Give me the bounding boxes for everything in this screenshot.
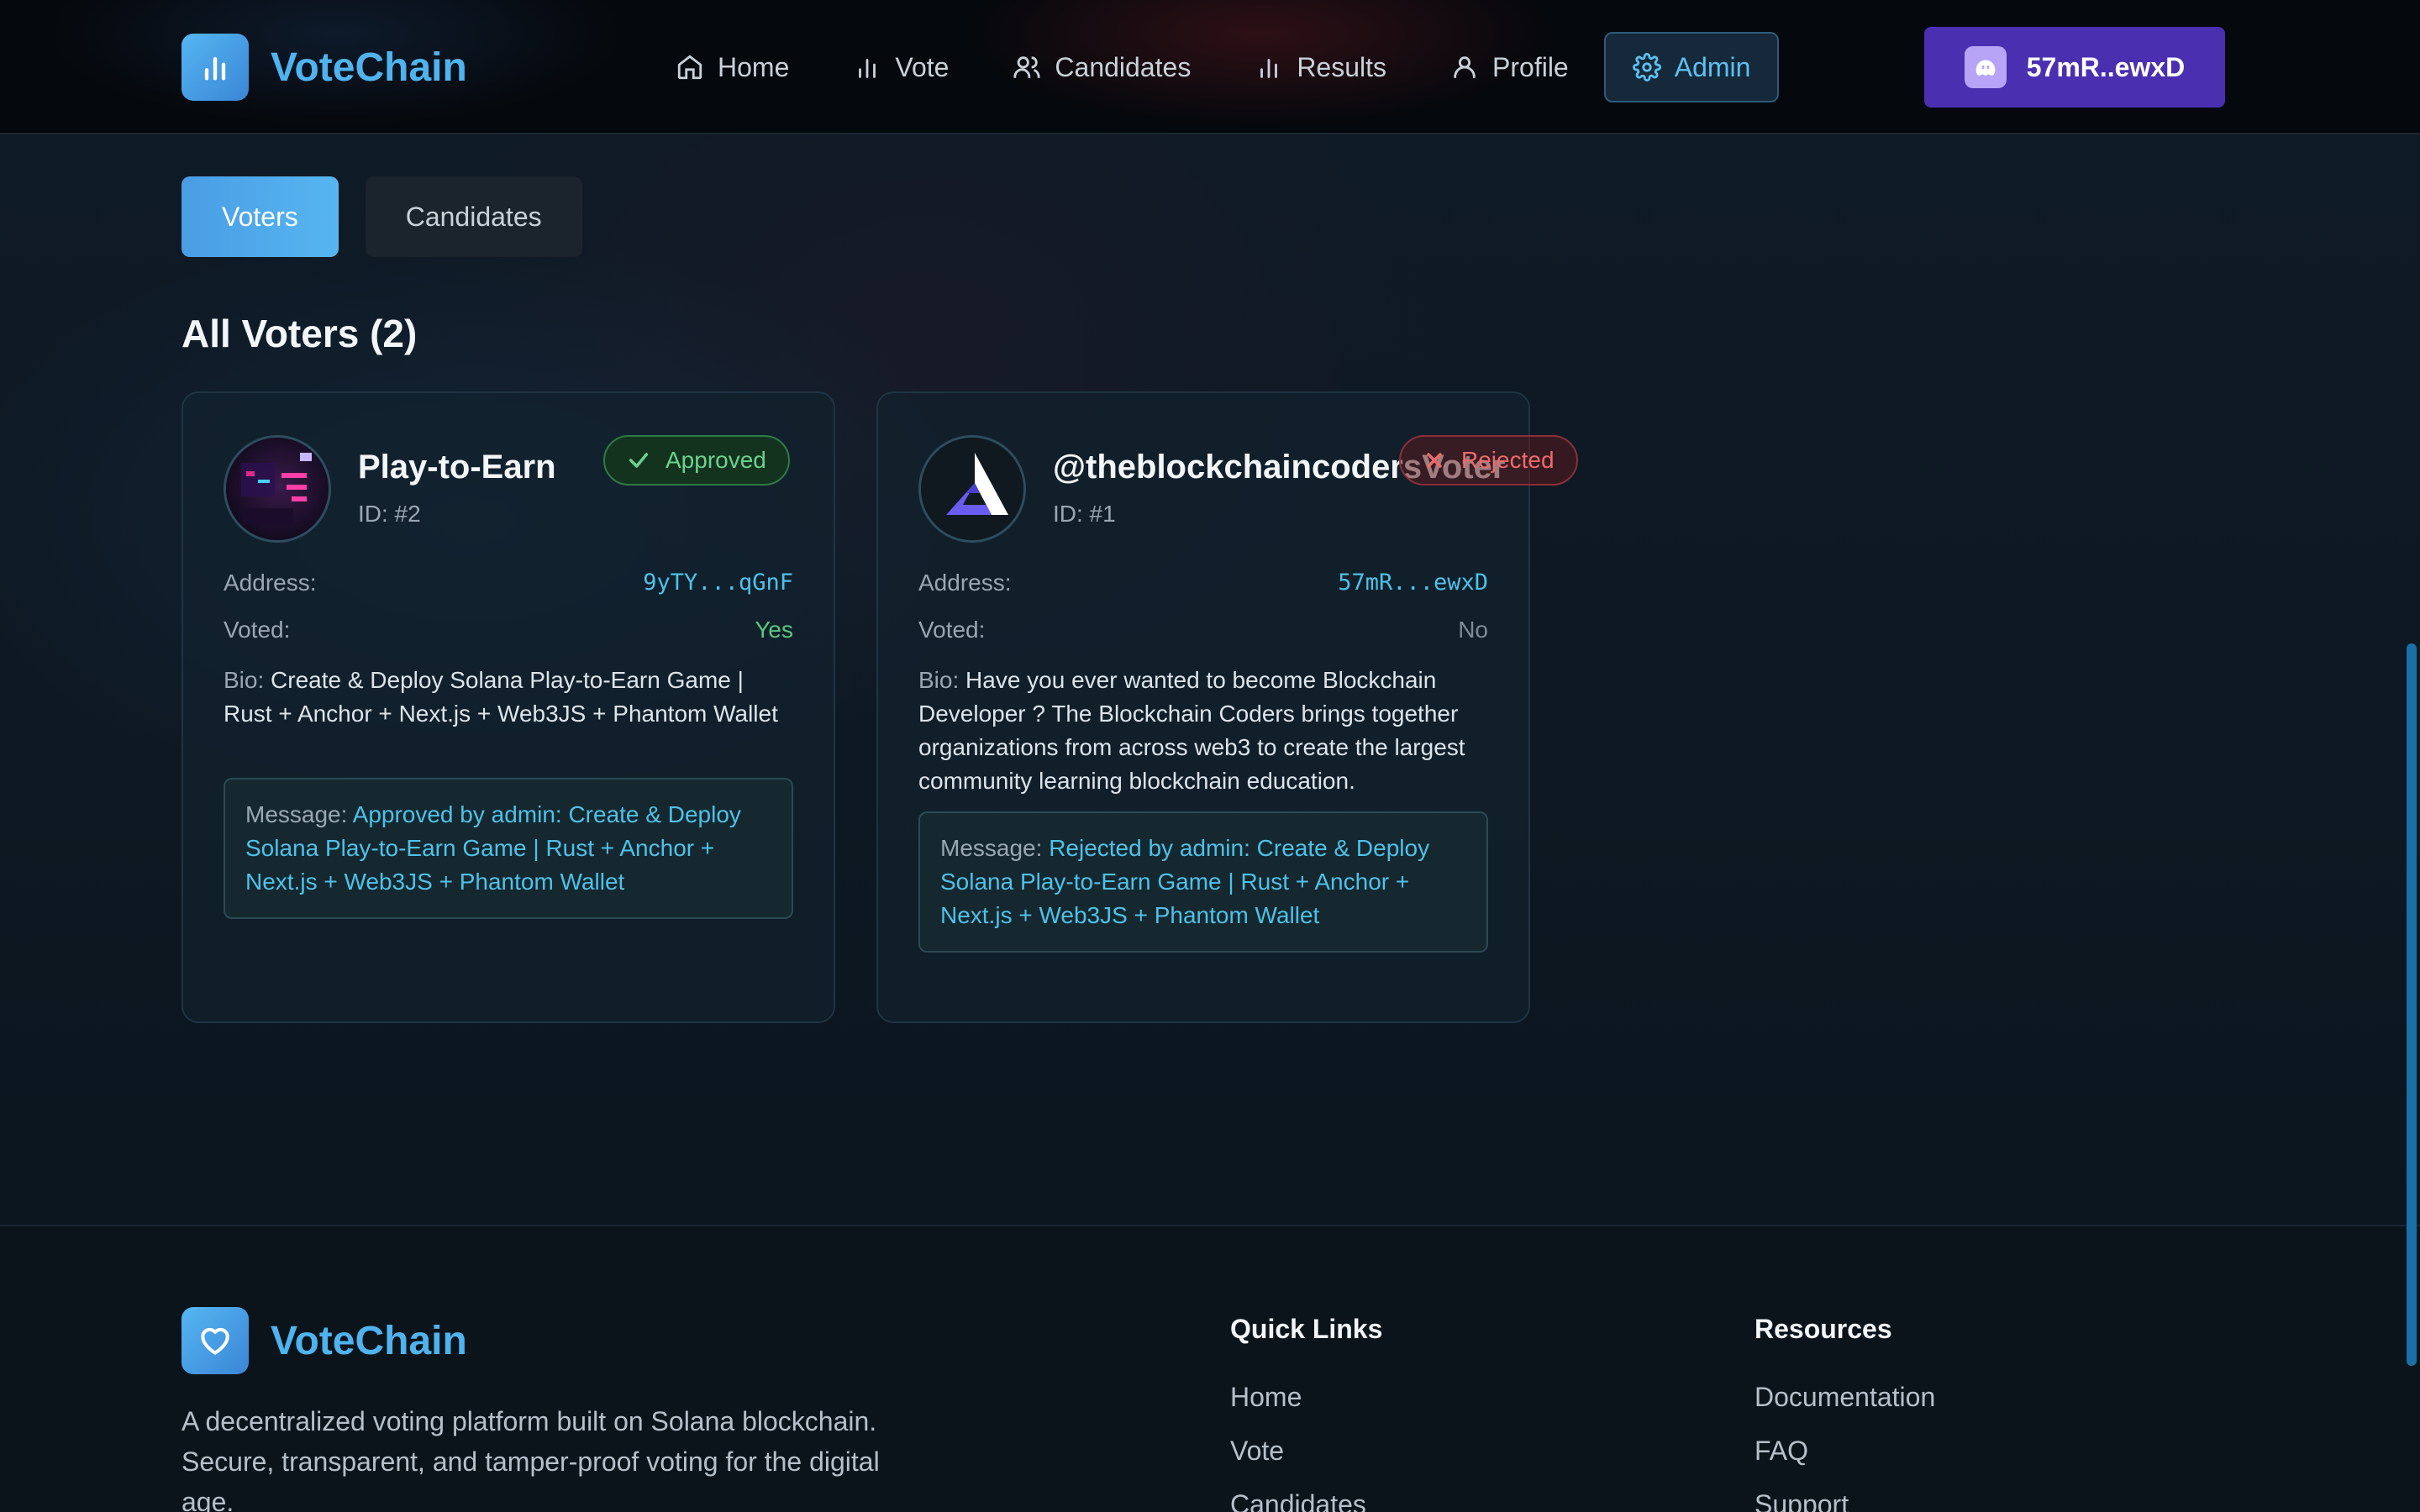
nav-home-label: Home xyxy=(718,51,790,82)
home-icon xyxy=(677,55,702,80)
footer-link-home[interactable]: Home xyxy=(1230,1382,1382,1436)
bar-chart-icon xyxy=(859,59,876,78)
bio-text: Create & Deploy Solana Play-to-Earn Game… xyxy=(224,667,778,727)
status-badge: Approved xyxy=(603,435,790,486)
wallet-address: 57mR..ewxD xyxy=(2026,51,2186,82)
voter-card: Play-to-Earn ID: #2 Approved Address: 9y… xyxy=(182,391,835,1023)
nav-admin[interactable]: Admin xyxy=(1603,32,1780,102)
voter-name: Play-to-Earn xyxy=(358,449,556,486)
voter-address[interactable]: 9yTY...qGnF xyxy=(643,570,793,596)
address-label: Address: xyxy=(918,570,1012,596)
quick-links-title: Quick Links xyxy=(1230,1314,1383,1344)
nav-candidates-label: Candidates xyxy=(1055,51,1192,82)
status-badge: Rejected xyxy=(1399,435,1578,486)
admin-tabs: Voters Candidates xyxy=(182,176,582,257)
voted-row: Voted: No xyxy=(918,617,1488,643)
scrollbar-thumb[interactable] xyxy=(2407,643,2417,1366)
check-icon xyxy=(629,453,649,468)
section-title: All Voters (2) xyxy=(182,312,418,355)
nav-profile[interactable]: Profile xyxy=(1422,32,1597,102)
admin-message: Message: Approved by admin: Create & Dep… xyxy=(224,778,793,919)
nav-results-label: Results xyxy=(1297,51,1387,82)
bar-chart-icon xyxy=(1260,59,1278,78)
avatar xyxy=(918,435,1026,543)
footer-link-support[interactable]: Support xyxy=(1754,1489,1935,1512)
address-row: Address: 9yTY...qGnF xyxy=(224,570,793,596)
nav-profile-label: Profile xyxy=(1492,51,1569,82)
nav-results[interactable]: Results xyxy=(1226,32,1415,102)
footer-link-documentation[interactable]: Documentation xyxy=(1754,1382,1935,1436)
footer-brand[interactable]: VoteChain xyxy=(182,1307,467,1374)
voter-bio: Bio: Create & Deploy Solana Play-to-Earn… xyxy=(224,664,793,731)
nav-candidates[interactable]: Candidates xyxy=(984,32,1219,102)
bar-chart-logo-icon xyxy=(182,34,249,101)
nav-vote-label: Vote xyxy=(895,51,950,82)
phantom-ghost-icon xyxy=(1964,46,2007,88)
user-icon xyxy=(1454,56,1476,78)
status-label: Approved xyxy=(666,447,766,473)
voter-id: ID: #1 xyxy=(1053,501,1116,527)
main-nav: Home Vote Candidates Results Profile Adm… xyxy=(647,32,1780,102)
voted-value: No xyxy=(1458,617,1488,643)
nav-vote[interactable]: Vote xyxy=(824,32,977,102)
footer-link-vote[interactable]: Vote xyxy=(1230,1436,1382,1489)
message-label: Message: xyxy=(940,835,1043,861)
voted-label: Voted: xyxy=(224,617,291,643)
heart-icon xyxy=(182,1307,249,1374)
voter-address[interactable]: 57mR...ewxD xyxy=(1338,570,1488,596)
voted-row: Voted: Yes xyxy=(224,617,793,643)
tab-voters[interactable]: Voters xyxy=(182,176,339,257)
bio-text: Have you ever wanted to become Blockchai… xyxy=(918,667,1465,794)
voter-bio: Bio: Have you ever wanted to become Bloc… xyxy=(918,664,1488,798)
nav-admin-label: Admin xyxy=(1674,51,1751,82)
gear-icon xyxy=(1632,53,1661,81)
bio-label: Bio: xyxy=(918,667,960,693)
footer: VoteChain A decentralized voting platfor… xyxy=(0,1225,2420,1512)
voter-id: ID: #2 xyxy=(358,501,421,527)
status-label: Rejected xyxy=(1461,447,1555,473)
wallet-button[interactable]: 57mR..ewxD xyxy=(1924,27,2225,108)
tab-candidates[interactable]: Candidates xyxy=(365,176,582,257)
footer-link-faq[interactable]: FAQ xyxy=(1754,1436,1935,1489)
users-icon xyxy=(1013,56,1041,78)
footer-resources: Resources Documentation FAQ Support xyxy=(1754,1314,1935,1512)
voted-label: Voted: xyxy=(918,617,986,643)
x-icon xyxy=(1427,453,1442,468)
bio-label: Bio: xyxy=(224,667,265,693)
footer-link-candidates[interactable]: Candidates xyxy=(1230,1489,1382,1512)
footer-description: A decentralized voting platform built on… xyxy=(182,1406,880,1512)
top-nav-bar: VoteChain Home Vote Candidates Results P… xyxy=(0,0,2420,134)
address-row: Address: 57mR...ewxD xyxy=(918,570,1488,596)
message-label: Message: xyxy=(245,801,348,827)
voted-value: Yes xyxy=(755,617,793,643)
address-label: Address: xyxy=(224,570,317,596)
brand-name: VoteChain xyxy=(271,45,467,90)
footer-brand-name: VoteChain xyxy=(271,1318,467,1363)
page: VoteChain Home Vote Candidates Results P… xyxy=(0,0,2420,1512)
voter-card: @theblockchaincodersVoter ID: #1 Rejecte… xyxy=(876,391,1578,1023)
resources-title: Resources xyxy=(1754,1314,1892,1344)
nav-home[interactable]: Home xyxy=(647,32,818,102)
brand-logo[interactable]: VoteChain xyxy=(182,34,467,101)
footer-quick-links: Quick Links Home Vote Candidates xyxy=(1230,1314,1382,1512)
admin-message: Message: Rejected by admin: Create & Dep… xyxy=(918,811,1488,953)
avatar xyxy=(224,435,331,543)
